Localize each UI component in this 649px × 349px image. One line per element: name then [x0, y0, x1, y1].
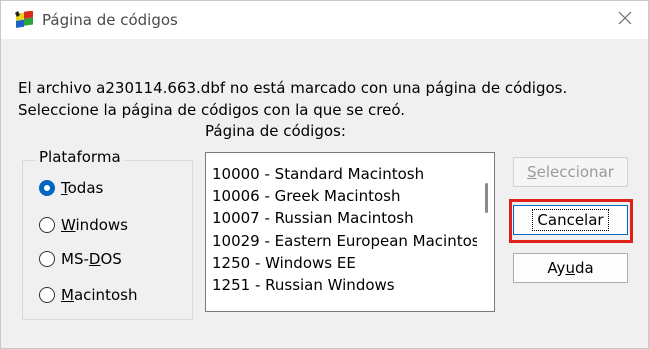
codepage-listbox[interactable]: 10000 - Standard Macintosh 10006 - Greek… [205, 152, 495, 312]
radio-indicator [39, 251, 55, 267]
select-button-label: Seleccionar [527, 163, 614, 181]
radio-windows[interactable]: Windows [39, 214, 128, 236]
window-title: Página de códigos [42, 11, 178, 29]
radio-macintosh-label: Macintosh [61, 286, 138, 304]
radio-msdos[interactable]: MS-DOS [39, 248, 122, 270]
app-icon [15, 10, 35, 29]
radio-indicator [39, 217, 55, 233]
list-item[interactable]: 10007 - Russian Macintosh [212, 207, 477, 229]
close-button[interactable] [608, 5, 642, 35]
radio-windows-label: Windows [61, 216, 128, 234]
radio-msdos-label: MS-DOS [61, 250, 122, 268]
list-item[interactable]: 10000 - Standard Macintosh [212, 163, 477, 185]
scrollbar-thumb[interactable] [485, 183, 488, 213]
radio-todas[interactable]: Todas [39, 177, 103, 199]
message-line-1: El archivo a230114.663.dbf no está marca… [18, 79, 568, 97]
list-item[interactable]: 1251 - Russian Windows [212, 274, 477, 296]
title-bar: Página de códigos [1, 1, 648, 39]
platform-label: Plataforma [36, 148, 124, 166]
list-item[interactable]: 1250 - Windows EE [212, 252, 477, 274]
close-icon [618, 11, 632, 29]
radio-macintosh[interactable]: Macintosh [39, 284, 137, 306]
list-item[interactable]: 10006 - Greek Macintosh [212, 185, 477, 207]
help-button-label: Ayuda [547, 259, 594, 277]
radio-indicator [39, 287, 55, 303]
cancel-button-label: Cancelar [532, 209, 609, 231]
message-text: El archivo a230114.663.dbf no está marca… [18, 77, 638, 121]
codepage-list-label: Página de códigos: [205, 122, 346, 140]
cancel-button[interactable]: Cancelar [513, 205, 628, 235]
select-button[interactable]: Seleccionar [513, 157, 628, 187]
list-item[interactable]: 10029 - Eastern European Macintosh [212, 230, 477, 252]
codepage-dialog: Página de códigos El archivo a230114.663… [0, 0, 649, 349]
radio-indicator-checked [39, 180, 55, 196]
radio-todas-label: Todas [61, 179, 104, 197]
help-button[interactable]: Ayuda [513, 253, 628, 283]
message-line-2: Seleccione la página de códigos con la q… [18, 101, 406, 119]
